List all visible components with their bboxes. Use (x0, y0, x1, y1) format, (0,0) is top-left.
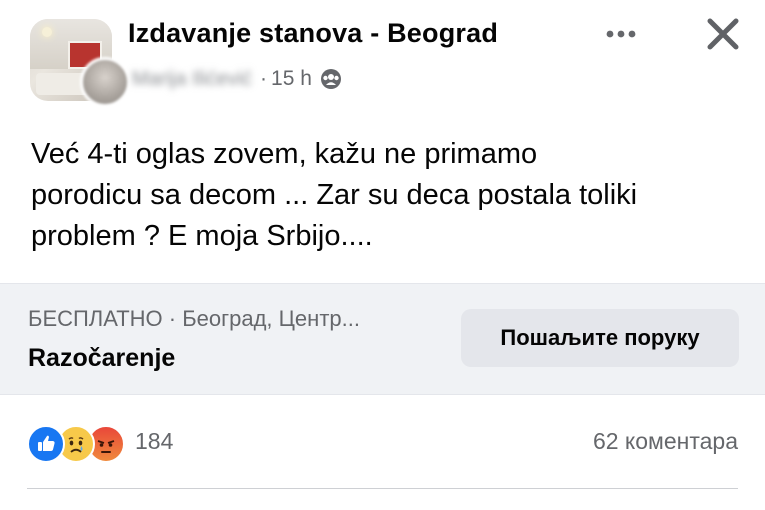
author-avatar[interactable] (80, 57, 130, 107)
listing-price-location: БЕСПЛАТНО · Београд, Центр... (28, 306, 360, 331)
divider (27, 488, 738, 489)
reactions-row: 184 62 коментара (0, 415, 765, 471)
comment-count[interactable]: 62 коментара (593, 428, 738, 455)
avatar-lamp (42, 27, 52, 37)
marketplace-listing[interactable]: БЕСПЛАТНО · Београд, Центр... Razočarenj… (0, 283, 765, 395)
post-line: problem ? E moja Srbijo.... (31, 220, 373, 252)
like-icon (27, 425, 65, 463)
post-line: porodicu sa decom ... Zar su deca postal… (31, 179, 638, 211)
group-name-link[interactable]: Izdavanje stanova - Beograd (128, 18, 498, 49)
meta-separator: · (260, 67, 268, 90)
post-time[interactable]: 15 h (271, 67, 312, 91)
send-message-button[interactable]: Пошаљите поруку (461, 309, 739, 367)
post-message: Već 4-ti oglas zovem, kažu ne primamo po… (31, 134, 741, 257)
post-meta: Marija Ilićević · 15 h (132, 64, 342, 94)
post-line: Već 4-ti oglas zovem, kažu ne primamo (31, 138, 538, 170)
author-name-link[interactable]: Marija Ilićević (132, 68, 252, 91)
post-header: Izdavanje stanova - Beograd Marija Iliće… (0, 0, 765, 115)
reaction-count[interactable]: 184 (135, 428, 173, 455)
listing-title[interactable]: Razočarenje (28, 344, 175, 373)
close-icon[interactable] (697, 12, 749, 56)
group-icon (320, 69, 341, 89)
more-icon[interactable] (599, 20, 643, 48)
